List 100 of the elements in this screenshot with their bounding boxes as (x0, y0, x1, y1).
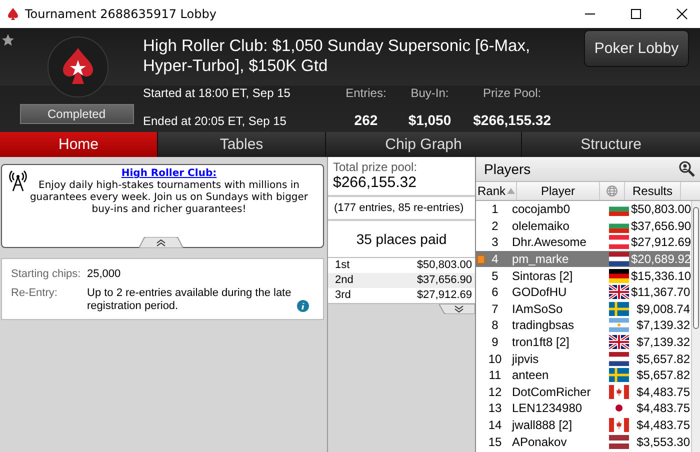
column-header[interactable]: Rank (476, 182, 517, 200)
tab[interactable]: Structure (522, 132, 700, 157)
player-row[interactable]: 9 tron1ft8 [2] $7,139.32 (476, 334, 690, 350)
result-cell-text: $9,008.74 (636, 302, 690, 316)
stat-value: $266,155.32 (473, 112, 551, 128)
spade-icon (7, 7, 19, 21)
rank-cell-text: 11 (488, 368, 502, 382)
player-row[interactable]: 11 anteen $5,657.82 (476, 366, 690, 384)
spade-logo-icon (46, 36, 108, 98)
player-name: tron1ft8 [2] (511, 335, 570, 350)
promo-link[interactable]: High Roller Club: (121, 168, 217, 180)
player-name: jipvis (510, 352, 540, 366)
player-row[interactable]: 15 APonakov $3,553.30 (476, 433, 690, 450)
player-row[interactable]: 6 GODofHU $11,367.70 (476, 284, 690, 301)
player-row[interactable]: 5 Sintoras [2] $15,336.10 (476, 267, 690, 284)
scroll-thumb[interactable] (693, 207, 699, 329)
maximize-icon (630, 8, 642, 20)
player-name: Sintoras [2] (511, 268, 574, 283)
prize-pool-label: Total prize pool: (333, 160, 418, 174)
rank-cell-text: 8 (490, 318, 500, 332)
place: 1st (335, 259, 350, 272)
prize-amount: $27,912.69 (416, 289, 472, 302)
rank-cell-text: 5 (490, 268, 500, 283)
rank-cell-text: 7 (490, 302, 500, 316)
prize-pool-amount: $266,155.32 (333, 174, 418, 191)
result-cell: $15,336.10 (631, 268, 690, 283)
start-time: Started at 18:00 ET, Sep 15 (143, 86, 292, 100)
star-icon (1, 33, 15, 47)
sort-arrow-icon (506, 188, 514, 194)
player-name: tradingbsas (511, 318, 576, 332)
player-row[interactable]: 14 jwall888 [2] $4,483.75 (476, 416, 690, 434)
info-icon (297, 300, 309, 312)
player-name: jwall888 [2] (510, 418, 574, 432)
flag-icon (609, 335, 629, 350)
search-icon (678, 160, 696, 178)
info-label: Re-Entry: (11, 287, 58, 301)
tab[interactable]: Tables (158, 132, 325, 157)
selection-marker-icon (477, 254, 485, 264)
player-name: LEN1234980 (511, 401, 584, 416)
poker-lobby-button[interactable]: Poker Lobby (584, 30, 689, 67)
window-title: Tournament 2688635917 Lobby (25, 7, 216, 21)
rank-cell-text: 12 (487, 384, 503, 399)
player-name: DotComRicher (511, 384, 592, 399)
tab[interactable]: Chip Graph (326, 132, 521, 157)
player-row[interactable]: 7 IAmSoSo $9,008.74 (476, 300, 690, 318)
scrollbar[interactable] (691, 201, 700, 452)
prize-amount: $37,656.90 (416, 274, 472, 287)
antenna-icon (9, 170, 27, 192)
player-row[interactable]: 12 DotComRicher $4,483.75 (476, 384, 690, 400)
flag-icon (609, 368, 629, 382)
place: 3rd (335, 289, 351, 302)
prize-amount: $50,803.00 (416, 259, 472, 272)
tab[interactable]: Home (0, 132, 157, 157)
result-cell-text: $5,657.82 (636, 352, 690, 366)
result-cell-text: $7,139.32 (636, 335, 690, 350)
flag-icon (609, 384, 629, 399)
result-cell-text: $7,139.32 (636, 318, 690, 332)
player-name: APonakov (511, 434, 568, 449)
rank-cell-text: 2 (490, 218, 500, 233)
flag-icon (609, 318, 629, 332)
player-row[interactable]: 8 tradingbsas $7,139.32 (476, 317, 690, 334)
rank-cell-text: 4 (490, 252, 500, 266)
player-name: olelemaiko (511, 218, 570, 233)
result-cell: $27,912.69 (631, 235, 690, 250)
flag-icon (609, 418, 629, 432)
rank-cell-text: 9 (490, 335, 500, 350)
flag-icon (609, 268, 629, 283)
player-name: anteen (511, 368, 550, 382)
player-row[interactable]: 13 LEN1234980 $4,483.75 (476, 400, 690, 417)
result-cell-text: $4,483.75 (636, 418, 690, 432)
stat-label: Prize Pool: (483, 86, 542, 100)
result-cell-text: $5,657.82 (636, 368, 690, 382)
rank-cell-text: 10 (487, 352, 503, 366)
collapse-tab-icon (139, 237, 183, 248)
player-row[interactable]: 2 olelemaiko $37,656.90 (476, 218, 690, 234)
player-row[interactable]: 10 jipvis $5,657.82 (476, 350, 690, 367)
player-row[interactable]: 1 cocojamb0 $50,803.00 (476, 201, 690, 218)
place: 2nd (335, 274, 354, 287)
result-cell-text: $3,553.30 (636, 434, 690, 449)
player-row[interactable]: 4 pm_marke $20,689.92 (476, 250, 690, 268)
flag-icon (609, 285, 629, 300)
globe-icon (606, 185, 618, 197)
result-cell-text: $4,483.75 (636, 401, 690, 416)
close-icon (676, 8, 688, 20)
rank-cell-text: 6 (490, 285, 500, 300)
result-cell: $37,656.90 (631, 218, 690, 233)
player-row[interactable]: 3 Dhr.Awesome $27,912.69 (476, 234, 690, 251)
column-header[interactable]: Results (625, 182, 681, 200)
column-header[interactable]: Player (517, 182, 600, 200)
rank-cell-text: 1 (490, 202, 500, 216)
rank-cell-text: 3 (490, 235, 500, 250)
result-cell: $50,803.00 (631, 202, 690, 216)
player-name: IAmSoSo (511, 302, 564, 316)
result-cell-text: $4,483.75 (636, 384, 690, 399)
info-value: 25,000 (87, 268, 122, 281)
status-ribbon: Completed (20, 104, 134, 124)
result-cell: $11,367.70 (631, 285, 690, 300)
player-name: pm_marke (511, 252, 570, 266)
flag-icon (609, 302, 629, 316)
stat-label: Entries: (346, 86, 386, 100)
